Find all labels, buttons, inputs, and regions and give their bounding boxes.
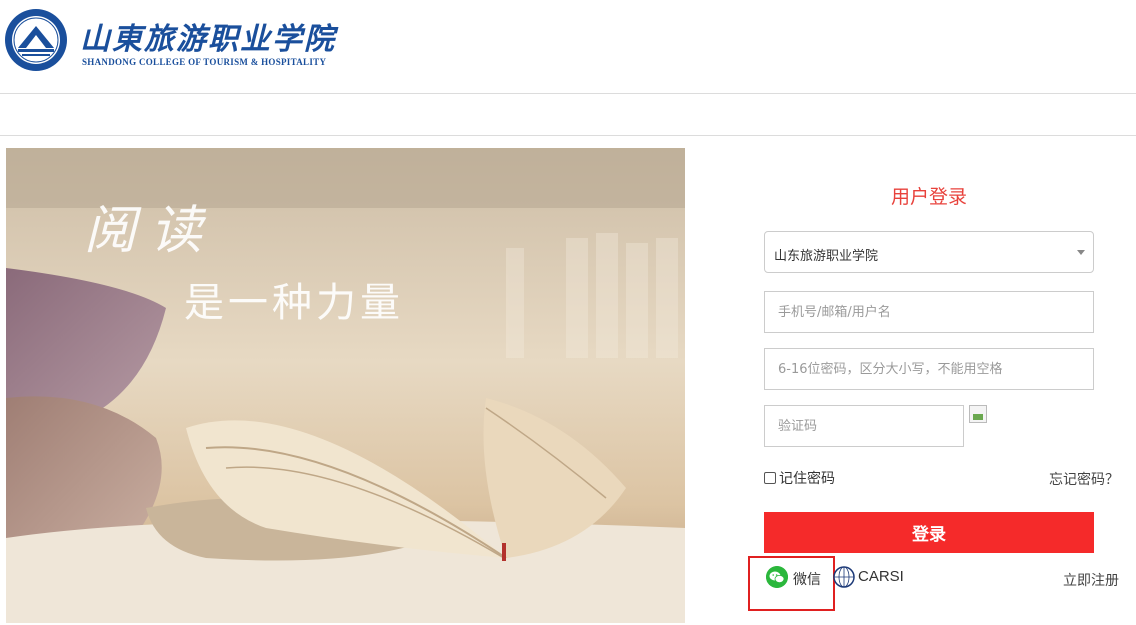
checkbox-icon[interactable] [764,472,776,484]
banner-subtitle: 是一种力量 [184,280,404,326]
wechat-icon[interactable] [766,566,788,588]
chevron-down-icon [1077,250,1085,255]
school-seal-icon [5,9,67,71]
password-input[interactable] [764,348,1094,390]
banner-title: 阅读 [84,201,217,261]
login-title: 用户登录 [890,186,967,208]
carsi-login-link[interactable]: CARSI [858,568,904,585]
forgot-password-link[interactable]: 忘记密码？ [1049,469,1119,489]
remember-password-checkbox[interactable]: 记住密码 [764,468,835,488]
register-link[interactable]: 立即注册 [1063,570,1119,590]
broken-image-icon[interactable] [969,405,987,423]
carsi-icon[interactable] [833,566,855,588]
username-input[interactable] [764,291,1094,333]
school-name-cn: 山東旅游职业学院 [80,22,336,57]
nav-divider [0,135,1136,136]
school-select-value: 山东旅游职业学院 [774,249,879,264]
reading-banner-image: 阅读 是一种力量 [6,148,685,623]
wechat-login-link[interactable]: 微信 [793,569,821,589]
site-header: 山東旅游职业学院 SHANDONG COLLEGE OF TOURISM & H… [0,0,1136,94]
school-name-en: SHANDONG COLLEGE OF TOURISM & HOSPITALIT… [82,57,327,67]
captcha-input[interactable] [764,405,964,447]
wechat-login-highlight [748,556,835,611]
login-button[interactable]: 登录 [764,512,1094,553]
school-select[interactable]: 山东旅游职业学院 [764,231,1094,273]
remember-password-label: 记住密码 [779,471,835,487]
